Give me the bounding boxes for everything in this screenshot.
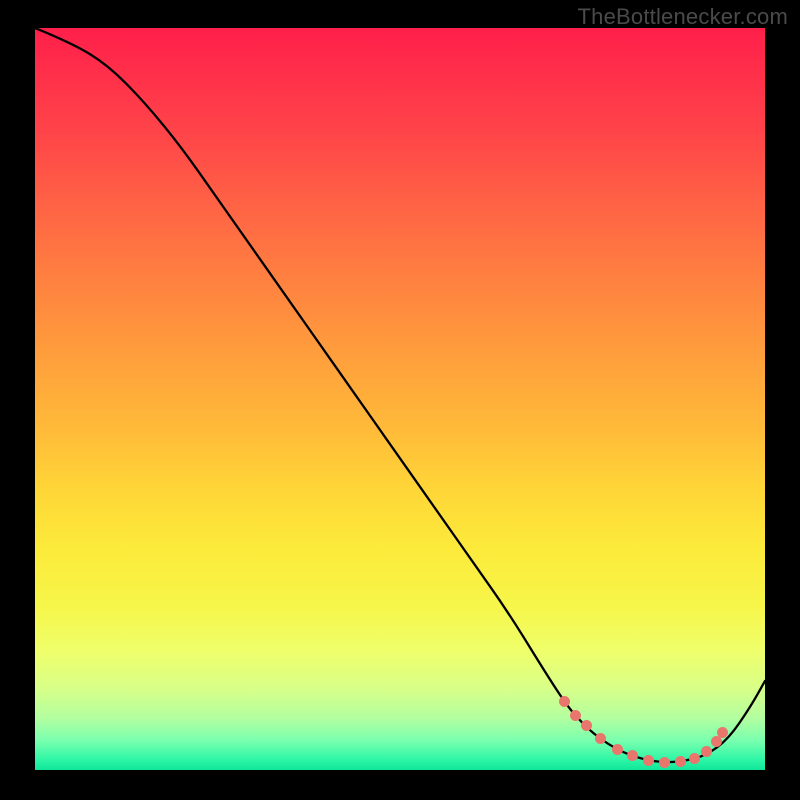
optimal-marker bbox=[612, 744, 623, 755]
watermark-text: TheBottlenecker.com bbox=[578, 4, 788, 30]
optimal-marker bbox=[659, 757, 670, 768]
optimal-marker bbox=[717, 727, 728, 738]
optimal-marker bbox=[581, 720, 592, 731]
chart-frame: TheBottlenecker.com bbox=[0, 0, 800, 800]
optimal-marker bbox=[570, 710, 581, 721]
optimal-marker bbox=[711, 736, 722, 747]
optimal-marker bbox=[689, 753, 700, 764]
optimal-marker bbox=[627, 750, 638, 761]
optimal-marker bbox=[701, 746, 712, 757]
optimal-marker bbox=[675, 756, 686, 767]
plot-area bbox=[35, 28, 765, 770]
optimal-marker bbox=[595, 733, 606, 744]
marker-layer bbox=[35, 28, 765, 770]
optimal-marker bbox=[559, 696, 570, 707]
optimal-marker bbox=[643, 755, 654, 766]
